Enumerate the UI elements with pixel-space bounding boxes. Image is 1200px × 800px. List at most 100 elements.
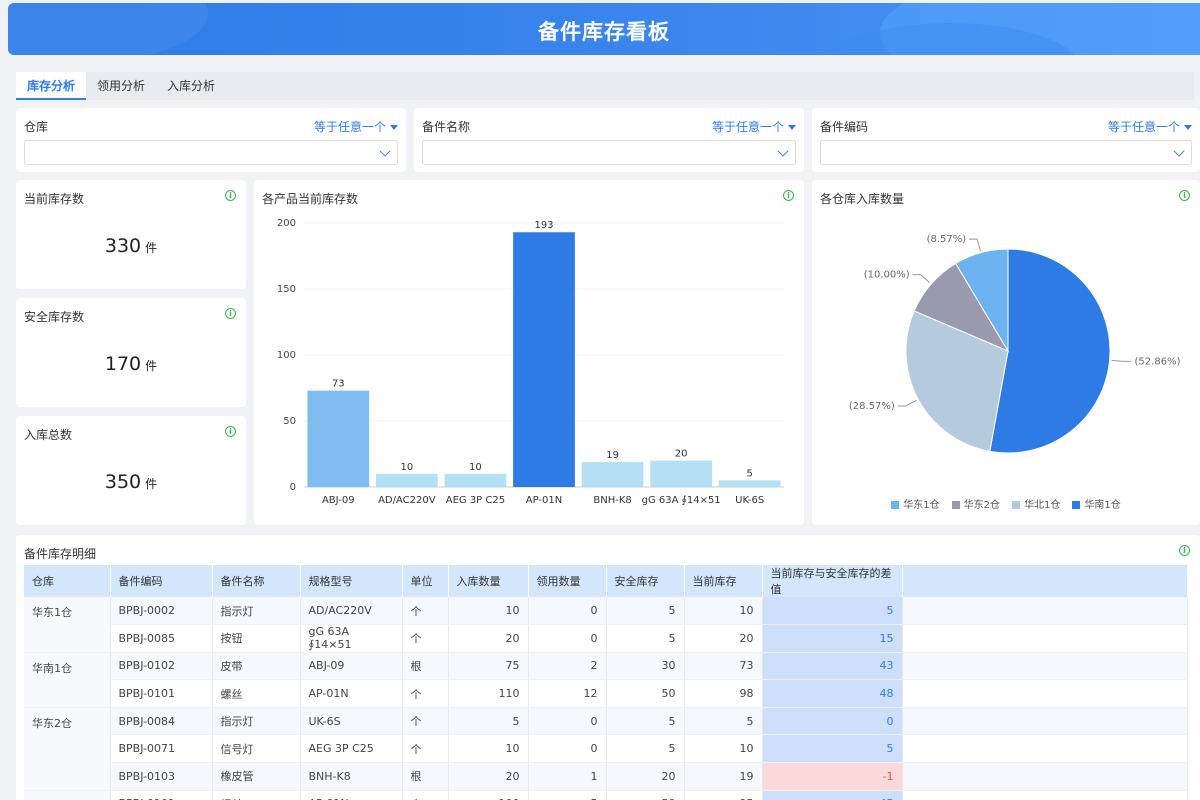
name-cell: 指示灯 xyxy=(212,597,301,626)
bar xyxy=(718,480,781,487)
filter-part-code: 备件编码 等于任意一个 xyxy=(812,108,1200,172)
y-tick-label: 0 xyxy=(290,482,296,493)
caret-down-icon xyxy=(788,125,796,130)
chevron-down-icon xyxy=(379,145,391,157)
pie-value-label: (10.00%) xyxy=(864,270,910,281)
table-row[interactable]: BPBJ-0101 螺丝 AP-01N 个 110 12 50 98 48 xyxy=(24,679,1188,708)
legend-swatch xyxy=(951,501,960,509)
info-icon[interactable]: i xyxy=(1179,545,1190,556)
warehouse-cell: 华东2仓 xyxy=(24,707,111,791)
column-header[interactable]: 领用数量 xyxy=(528,565,607,597)
unit-cell: 个 xyxy=(402,597,449,626)
filter-operator-dropdown[interactable]: 等于任意一个 xyxy=(1108,118,1192,135)
x-tick-label: AD/AC220V xyxy=(378,495,436,506)
unit-cell: 个 xyxy=(402,679,449,708)
safety-cell: 50 xyxy=(606,679,685,708)
column-header[interactable]: 仓库 xyxy=(24,565,111,597)
legend-item[interactable]: 华东1仓 xyxy=(891,496,940,511)
name-cell: 皮带 xyxy=(212,652,301,681)
legend-label: 华南1仓 xyxy=(1084,500,1121,511)
legend-label: 华东2仓 xyxy=(963,500,1000,511)
use_qty-cell: 2 xyxy=(528,652,607,681)
detail-table-card: 备件库存明细 i 仓库 备件编码 备件名称 规格型号 单位 入库数量 领用数量 安全库存 当前库… xyxy=(16,535,1200,800)
info-icon[interactable]: i xyxy=(225,190,236,201)
spec-cell: AEG 3P C25 xyxy=(300,734,403,764)
column-header[interactable]: 规格型号 xyxy=(300,565,403,597)
current-cell: 19 xyxy=(684,762,763,791)
legend-item[interactable]: 华南1仓 xyxy=(1072,496,1121,511)
diff-cell: 0 xyxy=(762,707,903,736)
unit-cell: 根 xyxy=(402,762,449,791)
current-cell: 73 xyxy=(684,652,763,681)
legend-item[interactable]: 华北1仓 xyxy=(1012,496,1060,511)
table-row[interactable]: BPBJ-0085 按钮 gG 63A ∮14×51 个 20 0 5 20 15 xyxy=(24,624,1188,653)
spec-cell: AP-01N xyxy=(300,679,403,708)
diff-cell: 5 xyxy=(762,597,903,626)
filler-cell xyxy=(902,679,1188,708)
tab-inventory-analysis[interactable]: 库存分析 xyxy=(16,72,86,100)
diff-cell: 43 xyxy=(762,652,903,681)
filler-cell xyxy=(902,734,1188,764)
name-cell: 螺丝 xyxy=(212,790,301,800)
info-icon[interactable]: i xyxy=(225,426,236,437)
x-tick-label: UK-6S xyxy=(735,495,764,506)
use_qty-cell: 0 xyxy=(528,707,607,736)
unit-cell: 根 xyxy=(402,652,449,681)
kpi-title: 安全库存数 xyxy=(24,310,85,324)
kpi-title: 入库总数 xyxy=(24,428,73,442)
bar-chart: 0 50 100 150 200 73 ABJ-09 10 AD/AC220V 10 AEG 3P … xyxy=(277,218,784,506)
table-row[interactable]: 华东1仓 BPBJ-0002 指示灯 AD/AC220V 个 10 0 5 10 5 xyxy=(24,597,1188,653)
info-icon[interactable]: i xyxy=(225,308,236,319)
column-header[interactable]: 备件编码 xyxy=(110,565,213,597)
table-row[interactable]: BPBJ-0071 信号灯 AEG 3P C25 个 10 0 5 10 5 xyxy=(24,734,1188,764)
in_qty-cell: 75 xyxy=(448,652,529,681)
table-row[interactable]: 华东2仓 BPBJ-0084 指示灯 UK-6S 个 5 0 5 5 0 xyxy=(24,707,1188,791)
code-cell: BPBJ-0071 xyxy=(110,734,213,764)
column-header[interactable]: 入库数量 xyxy=(448,565,529,597)
page-title: 备件库存看板 xyxy=(538,20,670,44)
filter-warehouse: 仓库 等于任意一个 xyxy=(16,108,406,172)
chevron-down-icon xyxy=(777,145,789,157)
pie-label-leader xyxy=(969,238,981,251)
spec-cell: AP-01N xyxy=(300,790,403,800)
current-cell: 98 xyxy=(684,679,763,708)
pie-value-label: (52.86%) xyxy=(1135,356,1181,367)
safety-cell: 20 xyxy=(606,762,685,791)
spec-cell: ABJ-09 xyxy=(300,652,403,681)
use_qty-cell: 5 xyxy=(528,790,607,800)
inventory-detail-table: 仓库 备件编码 备件名称 规格型号 单位 入库数量 领用数量 安全库存 当前库存 当前库存与安全库… xyxy=(24,565,1188,800)
table-row[interactable]: 华北1仓BPBJ-0101螺丝AP-01N个1005509545 xyxy=(24,790,1188,800)
table-row[interactable]: 华南1仓 BPBJ-0102 皮带 ABJ-09 根 75 2 30 73 43 xyxy=(24,652,1188,708)
legend-item[interactable]: 华东2仓 xyxy=(951,496,1000,511)
filter-operator-dropdown[interactable]: 等于任意一个 xyxy=(314,118,398,135)
column-header[interactable]: 单位 xyxy=(402,565,449,597)
bar-value-label: 10 xyxy=(469,462,482,473)
warehouse-select[interactable] xyxy=(24,140,398,165)
tab-inbound-analysis[interactable]: 入库分析 xyxy=(158,72,224,100)
current-cell: 95 xyxy=(684,790,763,800)
column-header[interactable]: 安全库存 xyxy=(606,565,685,597)
y-tick-label: 150 xyxy=(277,284,296,295)
code-cell: BPBJ-0002 xyxy=(110,597,213,626)
filter-operator-dropdown[interactable]: 等于任意一个 xyxy=(712,118,796,135)
bar-value-label: 20 xyxy=(675,449,688,460)
diff-cell: 48 xyxy=(762,679,903,708)
name-cell: 指示灯 xyxy=(212,707,301,736)
column-header[interactable]: 当前库存与安全库存的差值 xyxy=(762,565,903,597)
bar-value-label: 5 xyxy=(747,468,753,479)
diff-cell: 45 xyxy=(762,790,903,800)
caret-down-icon xyxy=(1184,125,1192,130)
filler-cell xyxy=(902,597,1188,626)
column-header[interactable]: 备件名称 xyxy=(212,565,301,597)
column-header[interactable]: 当前库存 xyxy=(684,565,763,597)
use_qty-cell: 1 xyxy=(528,762,607,791)
table-row[interactable]: BPBJ-0103 橡皮管 BNH-K8 根 20 1 20 19 -1 xyxy=(24,762,1188,791)
use_qty-cell: 0 xyxy=(528,734,607,764)
part-name-select[interactable] xyxy=(422,140,796,165)
code-cell: BPBJ-0102 xyxy=(110,652,213,681)
kpi-card-safety-stock: 安全库存数 i 170 件 xyxy=(16,298,246,407)
tab-usage-analysis[interactable]: 领用分析 xyxy=(88,72,154,100)
kpi-card-current-stock: 当前库存数 i 330 件 xyxy=(16,180,246,289)
safety-cell: 5 xyxy=(606,624,685,653)
part-code-select[interactable] xyxy=(820,140,1192,165)
